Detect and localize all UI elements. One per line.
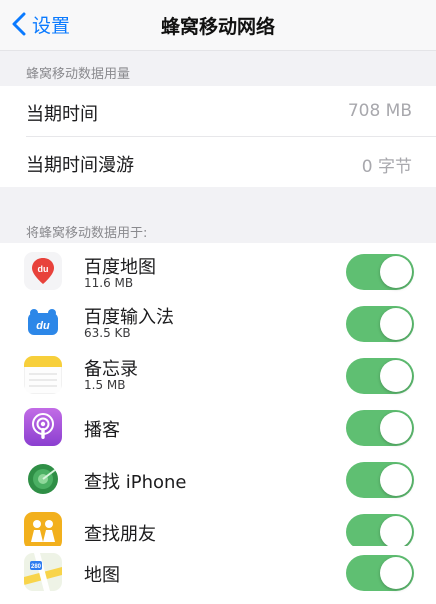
- find-iphone-icon: [24, 460, 62, 498]
- app-row-baidu-map: du 百度地图 11.6 MB: [0, 245, 436, 297]
- find-friends-icon: [24, 512, 62, 550]
- nav-bar: 设置 蜂窝移动网络: [0, 0, 436, 51]
- usage-row-current-period: 当期时间 708 MB: [0, 86, 436, 136]
- cellular-toggle[interactable]: [346, 358, 414, 394]
- cellular-toggle[interactable]: [346, 410, 414, 446]
- toggle-knob: [380, 256, 412, 288]
- svg-text:280: 280: [31, 564, 42, 570]
- usage-label: 当期时间: [26, 104, 98, 125]
- usage-section-header: 蜂窝移动数据用量: [26, 67, 131, 82]
- cellular-toggle[interactable]: [346, 514, 414, 550]
- app-name: 查找朋友: [84, 524, 156, 545]
- app-row-podcasts: 播客: [0, 401, 436, 453]
- app-row-find-iphone: 查找 iPhone: [0, 453, 436, 505]
- toggle-knob: [380, 308, 412, 340]
- usage-row-roaming: 当期时间漫游 0 字节: [0, 137, 436, 187]
- cellular-toggle[interactable]: [346, 462, 414, 498]
- page-title: 蜂窝移动网络: [160, 16, 275, 38]
- usage-label: 当期时间漫游: [26, 155, 134, 176]
- baidu-map-icon: du: [24, 252, 62, 290]
- app-row-baidu-input: du 百度输入法 63.5 KB: [0, 297, 436, 349]
- cellular-toggle[interactable]: [346, 306, 414, 342]
- cellular-toggle[interactable]: [346, 254, 414, 290]
- app-size: 11.6 MB: [84, 276, 134, 290]
- app-size: 1.5 MB: [84, 378, 126, 392]
- toggle-knob: [380, 557, 412, 589]
- cellular-toggle[interactable]: [346, 555, 414, 591]
- usage-value: 0 字节: [361, 157, 412, 177]
- app-name: 播客: [84, 420, 120, 441]
- app-size: 63.5 KB: [84, 326, 131, 340]
- maps-icon: 280: [24, 553, 62, 591]
- toggle-knob: [380, 360, 412, 392]
- apps-section-header: 将蜂窝移动数据用于:: [26, 226, 148, 241]
- notes-icon: [24, 356, 62, 394]
- svg-text:du: du: [38, 264, 49, 274]
- list-continuation: [0, 598, 436, 604]
- toggle-knob: [380, 516, 412, 548]
- app-row-maps: 280 地图: [0, 546, 436, 598]
- toggle-knob: [380, 412, 412, 444]
- toggle-knob: [380, 464, 412, 496]
- app-name: 查找 iPhone: [84, 472, 187, 493]
- baidu-input-icon: du: [24, 304, 62, 342]
- app-name: 地图: [84, 565, 120, 586]
- podcasts-icon: [24, 408, 62, 446]
- svg-text:du: du: [36, 320, 50, 332]
- app-row-notes: 备忘录 1.5 MB: [0, 349, 436, 401]
- usage-value: 708 MB: [347, 101, 412, 121]
